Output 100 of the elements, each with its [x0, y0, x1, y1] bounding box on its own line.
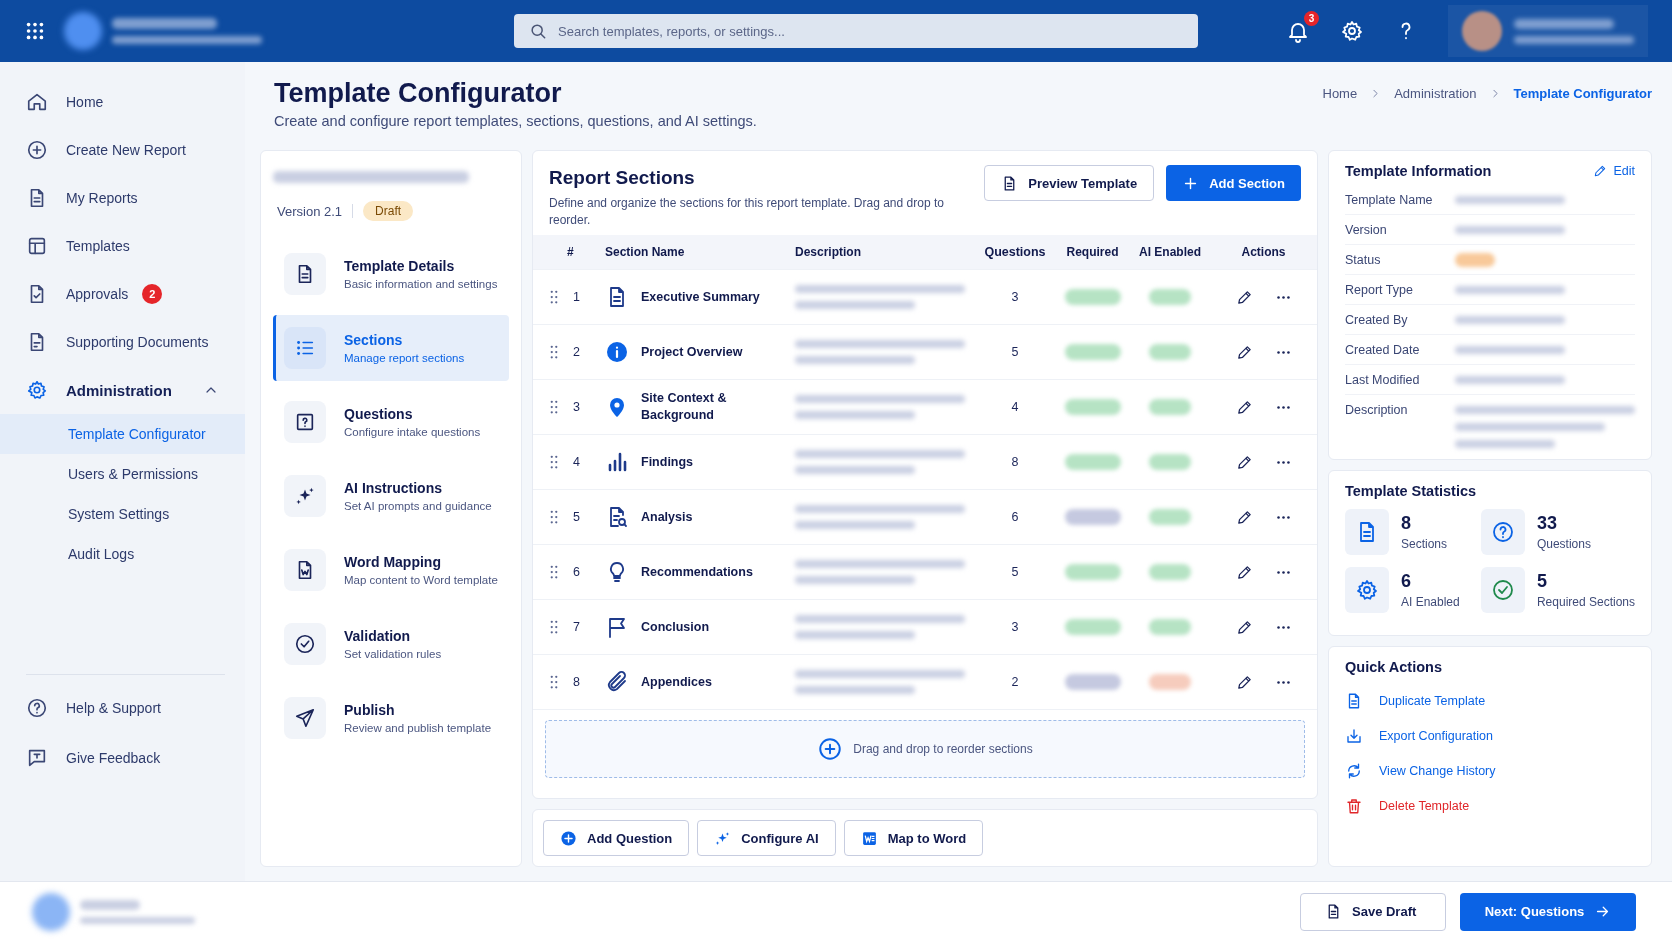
plus-circle-icon	[817, 736, 844, 762]
step-item[interactable]: Word Mapping Map content to Word template	[273, 537, 509, 603]
step-item[interactable]: Sections Manage report sections	[273, 315, 509, 381]
notification-count: 3	[1304, 11, 1319, 26]
question-count: 2	[1010, 675, 1020, 689]
question-count: 6	[1010, 510, 1020, 524]
gear-icon	[26, 379, 48, 401]
nav-subitem[interactable]: System Settings	[0, 494, 245, 534]
chat-icon	[26, 747, 48, 769]
row-number: 5	[573, 510, 580, 524]
action-button[interactable]: Add Question	[543, 820, 690, 856]
add-section-button[interactable]: Add Section	[1166, 165, 1301, 201]
avatar	[1462, 11, 1502, 51]
step-item[interactable]: AI Instructions Set AI prompts and guidance	[273, 463, 509, 529]
plus-circle-icon	[560, 829, 577, 847]
breadcrumb-link[interactable]: Administration	[1394, 86, 1477, 101]
edit-icon[interactable]	[1235, 453, 1253, 471]
question-count: 3	[1010, 290, 1020, 304]
preview-template-button[interactable]: Preview Template	[984, 165, 1155, 201]
edit-icon[interactable]	[1235, 563, 1253, 581]
app-grid-icon[interactable]	[24, 20, 46, 42]
field-label: Description	[1345, 403, 1409, 417]
settings-icon[interactable]	[1340, 19, 1364, 43]
question-square-icon	[294, 411, 316, 433]
edit-link[interactable]: Edit	[1593, 164, 1635, 178]
card-title: Template Information	[1345, 163, 1492, 179]
edit-icon[interactable]	[1235, 398, 1253, 416]
page-title: Template Configurator	[274, 78, 563, 109]
edit-icon[interactable]	[1235, 288, 1253, 306]
check-circle-icon	[294, 633, 316, 655]
step-item[interactable]: Publish Review and publish template	[273, 685, 509, 751]
blurred-logo	[32, 892, 70, 931]
nav-item[interactable]: Home	[0, 78, 245, 126]
search-field[interactable]: Search templates, reports, or settings...	[514, 14, 1198, 48]
nav-item[interactable]: Approvals 2	[0, 270, 245, 318]
step-title: Sections	[344, 332, 404, 348]
version-label: Version 2.1	[277, 203, 343, 219]
row-number: 2	[573, 345, 580, 359]
count-badge: 2	[142, 284, 163, 304]
field-label: Version	[1345, 222, 1388, 237]
nav-item[interactable]: Supporting Documents	[0, 318, 245, 366]
next-button[interactable]: Next: Questions	[1460, 892, 1636, 931]
nav-item[interactable]: Administration	[0, 366, 245, 414]
trash-icon	[1345, 796, 1363, 815]
step-item[interactable]: Validation Set validation rules	[273, 611, 509, 677]
stat-label: Questions	[1536, 537, 1591, 551]
edit-icon[interactable]	[1235, 343, 1253, 361]
quick-action-link[interactable]: Duplicate Template	[1345, 683, 1635, 718]
save-draft-button[interactable]: Save Draft	[1300, 892, 1446, 931]
column-header: AI Enabled	[1138, 245, 1202, 259]
step-title: Questions	[344, 406, 414, 422]
edit-icon[interactable]	[1235, 508, 1253, 526]
edit-icon[interactable]	[1235, 618, 1253, 636]
step-item[interactable]: Questions Configure intake questions	[273, 389, 509, 455]
action-button[interactable]: Map to Word	[843, 820, 984, 856]
question-count: 5	[1010, 565, 1020, 579]
step-title: AI Instructions	[344, 480, 443, 496]
breadcrumb-link[interactable]: Home	[1322, 86, 1358, 101]
nav-item[interactable]: Create New Report	[0, 126, 245, 174]
nav-subitem[interactable]: Audit Logs	[0, 534, 245, 574]
quick-action-link[interactable]: View Change History	[1345, 753, 1635, 788]
word-document-icon	[860, 829, 878, 847]
section-name: Site Context & Background	[641, 390, 728, 424]
edit-icon[interactable]	[1235, 673, 1253, 691]
stat-value: 6	[1401, 571, 1412, 592]
plus-circle-icon	[26, 139, 48, 161]
row-number: 8	[573, 675, 580, 689]
field-label: Report Type	[1345, 282, 1414, 297]
step-subtitle: Review and publish template	[344, 722, 492, 734]
quick-action-link[interactable]: Delete Template	[1345, 788, 1635, 823]
column-header: Questions	[983, 245, 1047, 259]
quick-action-link[interactable]: Export Configuration	[1345, 718, 1635, 753]
action-button[interactable]: Configure AI	[697, 820, 836, 856]
layout-icon	[26, 235, 48, 257]
step-item[interactable]: Template Details Basic information and settings	[273, 241, 509, 307]
nav-item[interactable]: My Reports	[0, 174, 245, 222]
blurred-text	[80, 899, 140, 910]
breadcrumb-link[interactable]: Template Configurator	[1513, 86, 1652, 101]
section-name: Appendices	[641, 673, 712, 691]
nav-item[interactable]: Give Feedback	[26, 733, 225, 783]
nav-item[interactable]: Templates	[0, 222, 245, 270]
user-menu[interactable]	[1448, 5, 1648, 57]
section-name: Executive Summary	[641, 288, 760, 306]
step-subtitle: Set AI prompts and guidance	[344, 500, 492, 512]
question-count: 8	[1010, 455, 1020, 469]
stat-value: 33	[1536, 513, 1558, 534]
paper-plane-icon	[294, 707, 316, 729]
step-subtitle: Map content to Word template	[344, 574, 498, 586]
stat-value: 8	[1401, 513, 1412, 534]
question-count: 4	[1010, 400, 1020, 414]
step-title: Word Mapping	[344, 554, 442, 570]
question-circle-icon	[26, 697, 48, 719]
drop-zone[interactable]: Drag and drop to reorder sections	[545, 720, 1305, 778]
nav-subitem[interactable]: Users & Permissions	[0, 454, 245, 494]
section-name: Findings	[641, 453, 694, 471]
nav-subitem[interactable]: Template Configurator	[0, 414, 245, 454]
nav-item[interactable]: Help & Support	[26, 683, 225, 733]
step-title: Validation	[344, 628, 412, 644]
edit-icon	[1593, 164, 1608, 178]
section-name: Recommendations	[641, 563, 753, 581]
